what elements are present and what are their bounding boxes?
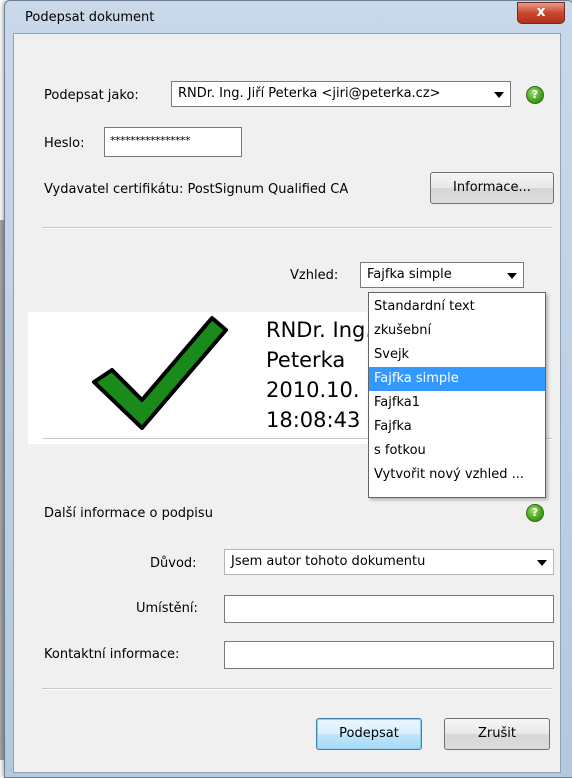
info-button[interactable]: Informace...	[430, 172, 554, 204]
appearance-value: Fajfka simple	[367, 267, 452, 282]
appearance-option[interactable]: s fotkou	[369, 439, 545, 463]
appearance-option[interactable]: zkušební	[369, 319, 545, 343]
appearance-option[interactable]: Vytvořit nový vzhled ...	[369, 463, 545, 487]
appearance-option[interactable]: Fajfka1	[369, 391, 545, 415]
more-info-label: Další informace o podpisu	[44, 506, 213, 521]
preview-line-1: RNDr. Ing.	[266, 318, 368, 342]
title-bar[interactable]: Podepsat dokument x	[5, 1, 572, 33]
reason-select[interactable]: Jsem autor tohoto dokumentu	[224, 549, 554, 575]
appearance-option[interactable]: Fajfka	[369, 415, 545, 439]
sign-as-value: RNDr. Ing. Jiří Peterka <jiri@peterka.cz…	[178, 86, 441, 101]
password-value: ****************	[110, 134, 191, 147]
reason-label: Důvod:	[150, 556, 197, 571]
close-button[interactable]: x	[517, 2, 565, 24]
preview-line-4: 18:08:43	[266, 408, 361, 432]
password-field[interactable]: ****************	[104, 127, 242, 157]
appearance-select[interactable]: Fajfka simple	[360, 262, 524, 288]
appearance-dropdown-list[interactable]: Standardní text zkušební Svejk Fajfka si…	[368, 292, 546, 498]
chevron-down-icon	[537, 560, 547, 566]
sign-dialog: Podepsat dokument x Podepsat jako: RNDr.…	[4, 0, 572, 778]
separator	[42, 688, 552, 690]
password-label: Heslo:	[44, 136, 85, 151]
appearance-option[interactable]: Standardní text	[369, 295, 545, 319]
separator	[42, 227, 552, 229]
dialog-title: Podepsat dokument	[25, 10, 155, 25]
checkmark-icon	[92, 316, 228, 430]
close-icon: x	[536, 4, 546, 20]
dialog-body: Podepsat jako: RNDr. Ing. Jiří Peterka <…	[13, 33, 561, 773]
contact-field[interactable]	[224, 641, 554, 669]
appearance-label: Vzhled:	[290, 268, 339, 283]
reason-value: Jsem autor tohoto dokumentu	[231, 554, 426, 569]
location-field[interactable]	[224, 595, 554, 623]
help-icon[interactable]: ?	[526, 504, 544, 522]
chevron-down-icon	[507, 273, 517, 279]
contact-label: Kontaktní informace:	[44, 647, 180, 662]
sign-button[interactable]: Podepsat	[316, 718, 422, 750]
sign-as-select[interactable]: RNDr. Ing. Jiří Peterka <jiri@peterka.cz…	[171, 81, 511, 107]
signature-preview: RNDr. Ing. Peterka 2010.10. 18:08:43	[28, 312, 368, 444]
preview-line-3: 2010.10.	[266, 378, 360, 402]
chevron-down-icon	[494, 92, 504, 98]
location-label: Umístění:	[136, 601, 198, 616]
sign-as-label: Podepsat jako:	[44, 88, 139, 103]
appearance-option-selected[interactable]: Fajfka simple	[369, 367, 545, 391]
preview-line-2: Peterka	[266, 348, 346, 372]
appearance-option[interactable]: Svejk	[369, 343, 545, 367]
help-icon[interactable]: ?	[526, 86, 544, 104]
issuer-text: Vydavatel certifikátu: PostSignum Qualif…	[44, 182, 349, 197]
cancel-button[interactable]: Zrušit	[444, 718, 550, 750]
